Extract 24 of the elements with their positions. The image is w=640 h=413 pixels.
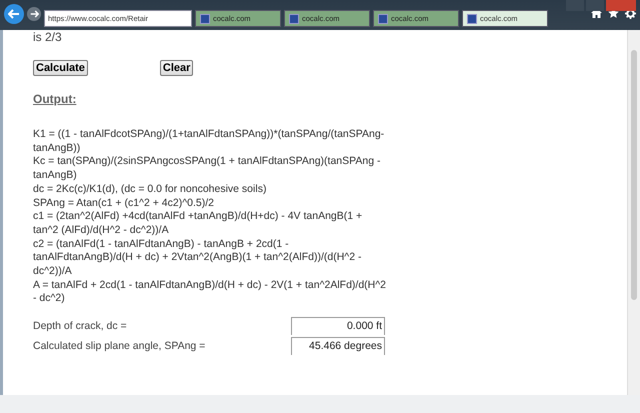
favicon-icon bbox=[200, 14, 210, 24]
formula-text: c2 = (tanAlFd(1 - tanAlFdtanAngB) - tanAngB + 2cd(1 - tanAlFdtanAngB)/d(H + dc) + 2Vtan^2(AngB)(1 + tan^2(AlFd))/(d(H^2 - dc^2))/A bbox=[33, 238, 362, 279]
scrollbar-thumb[interactable] bbox=[631, 50, 637, 300]
back-arrow-icon bbox=[8, 8, 20, 18]
result-value: 45.466 degrees bbox=[291, 337, 385, 356]
formula-text: K1 = ((1 - tanAlFdcotSPAng)/(1+tanAlFdtanSPAng))*(tanSPAng/(tanSPAng-tanAngB)) bbox=[33, 128, 386, 156]
forward-button[interactable] bbox=[27, 6, 41, 20]
result-label: Calculated slip plane angle, SPAng = bbox=[33, 340, 206, 352]
formula-text: dc = 2Kc(c)/K1(d), (dc = 0.0 for noncohesive soils) bbox=[33, 182, 268, 197]
result-label: Depth of crack, dc = bbox=[33, 320, 127, 332]
output-heading: Output: bbox=[33, 92, 78, 106]
formula-text: Kc = tan(SPAng)/(2sinSPAngcosSPAng(1 + tanAlFdtanSPAng)(tanSPAng - tanAngB) bbox=[33, 155, 382, 183]
favicon-icon bbox=[467, 14, 477, 24]
forward-arrow-icon bbox=[30, 10, 38, 18]
calculate-button[interactable]: Calculate bbox=[33, 60, 88, 76]
favicon-icon bbox=[289, 14, 299, 24]
formula-text: A = tanAlFd + 2cd(1 - tanAlFdtanAngB)/d(H + dc) - 2V(1 + tan^2AlFd)/d(H^2 - dc^2) bbox=[33, 278, 388, 306]
favicon-icon bbox=[378, 14, 388, 24]
result-value: 0.000 ft bbox=[291, 317, 385, 336]
back-button[interactable] bbox=[4, 4, 24, 24]
intro-text: is 2/3 bbox=[33, 30, 62, 44]
clear-button[interactable]: Clear bbox=[160, 60, 194, 76]
formula-text: SPAng = Atan(c1 + (c1^2 + 4c2)^0.5)/2 bbox=[33, 196, 215, 210]
settings-icon[interactable] bbox=[625, 8, 636, 19]
